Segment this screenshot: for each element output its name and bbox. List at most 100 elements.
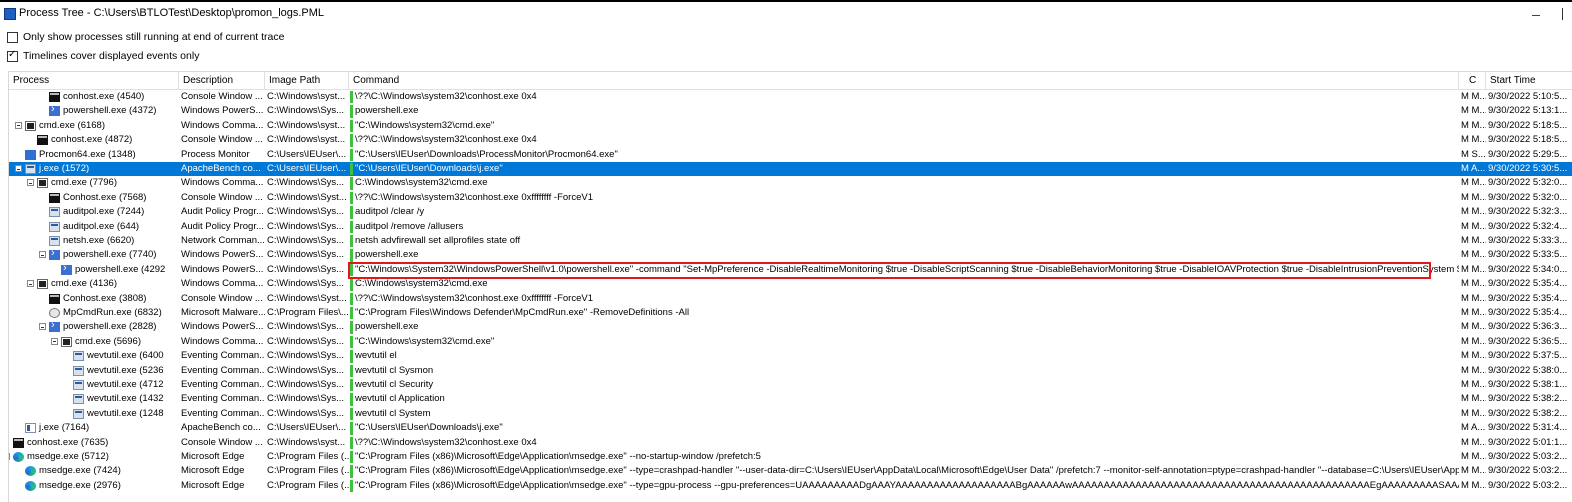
col-c[interactable]: C [1459,72,1486,89]
c-cell: M M... [1461,105,1486,117]
process-cell[interactable]: wevtutil.exe (1248 [9,407,179,421]
process-cell[interactable]: j.exe (7164) [9,421,179,435]
col-image-path[interactable]: Image Path [265,72,349,89]
description-cell: Audit Policy Progr... [181,220,264,232]
collapse-toggle-icon[interactable] [39,323,46,331]
process-row[interactable]: conhost.exe (4540) Console Window ... C:\W… [9,90,1572,104]
description-cell: Microsoft Edge [181,479,245,491]
process-row[interactable]: conhost.exe (7635) Console Window ... C:\W… [9,436,1572,450]
minimize-button[interactable] [1532,15,1540,16]
only-running-option[interactable]: Only show processes still running at end… [7,30,284,44]
timeline-bar [350,249,353,262]
maximize-button[interactable] [1562,8,1572,20]
process-row[interactable]: wevtutil.exe (1432 Eventing Comman... C:\W… [9,392,1572,406]
command-cell: wevtutil cl Application [355,393,445,405]
process-cell[interactable]: Conhost.exe (7568) [9,191,179,205]
process-cell[interactable]: powershell.exe (4372) [9,104,179,118]
process-row[interactable]: msedge.exe (5712) Microsoft Edge C:\Progra… [9,450,1572,464]
process-row[interactable]: Procmon64.exe (1348) Process Monitor C:\Us… [9,148,1572,162]
process-row[interactable]: msedge.exe (2976) Microsoft Edge C:\Progra… [9,479,1572,493]
command-cell: "C:\Users\IEUser\Downloads\j.exe" [355,163,503,174]
process-name: conhost.exe (7635) [27,436,109,448]
collapse-toggle-icon[interactable] [39,251,46,259]
process-row[interactable]: cmd.exe (4136) Windows Comma... C:\Windows… [9,277,1572,291]
process-cell[interactable]: cmd.exe (7796) [9,176,179,190]
process-cell[interactable]: auditpol.exe (644) [9,220,179,234]
col-process[interactable]: Process [9,72,179,89]
image-path-cell: C:\Windows\Sys... [267,364,345,376]
process-cell[interactable]: Conhost.exe (3808) [9,292,179,306]
process-cell[interactable]: wevtutil.exe (4712 [9,378,179,392]
description-cell: Console Window ... [181,134,263,146]
process-row[interactable]: netsh.exe (6620) Network Comman... C:\Wind… [9,234,1572,248]
timeline-bar [350,307,353,320]
process-cell[interactable]: conhost.exe (7635) [9,436,179,450]
process-row[interactable]: auditpol.exe (7244) Audit Policy Progr...… [9,205,1572,219]
command-cell: \??\C:\Windows\system32\conhost.exe 0x4 [355,436,537,448]
timelines-option[interactable]: Timelines cover displayed events only [7,49,199,63]
process-row[interactable]: MpCmdRun.exe (6832) Microsoft Malware... C… [9,306,1572,320]
process-row[interactable]: Conhost.exe (3808) Console Window ... C:\W… [9,292,1572,306]
process-row[interactable]: cmd.exe (7796) Windows Comma... C:\Windows… [9,176,1572,190]
collapse-toggle-icon[interactable] [27,280,34,288]
process-row[interactable]: msedge.exe (7424) Microsoft Edge C:\Progra… [9,464,1572,478]
process-cell[interactable]: netsh.exe (6620) [9,234,179,248]
process-cell[interactable]: msedge.exe (7424) [9,464,179,478]
process-cell[interactable]: wevtutil.exe (6400 [9,349,179,363]
process-cell[interactable]: wevtutil.exe (5236 [9,364,179,378]
process-row[interactable]: auditpol.exe (644) Audit Policy Progr... C… [9,220,1572,234]
c-cell: M M... [1461,451,1486,462]
process-cell[interactable]: conhost.exe (4540) [9,90,179,104]
process-row[interactable]: powershell.exe (4372) Windows PowerS...C:… [9,104,1572,118]
process-cell[interactable]: powershell.exe (7740) [9,248,179,262]
process-row[interactable]: powershell.exe (7740) Windows PowerS...C:… [9,248,1572,262]
collapse-toggle-icon[interactable] [15,121,22,129]
col-start-time[interactable]: Start Time [1486,72,1572,89]
col-description[interactable]: Description [179,72,265,89]
command-cell: "C:\Program Files (x86)\Microsoft\Edge\A… [355,451,761,462]
console-process-icon [49,92,60,102]
process-tree-grid[interactable]: Process Description Image Path Command C… [8,71,1572,502]
process-row[interactable]: conhost.exe (4872) Console Window ... C:\W… [9,133,1572,147]
collapse-toggle-icon[interactable] [51,337,58,345]
process-cell[interactable]: cmd.exe (4136) [9,277,179,291]
process-row[interactable]: cmd.exe (6168) Windows Comma... C:\Windows… [9,119,1572,133]
timelines-checkbox[interactable] [7,49,18,62]
process-cell[interactable]: MpCmdRun.exe (6832) [9,306,179,320]
process-row[interactable]: wevtutil.exe (6400 Eventing Comman... C:\W… [9,349,1572,363]
process-cell[interactable]: wevtutil.exe (1432 [9,392,179,406]
process-cell[interactable]: powershell.exe (2828) [9,320,179,334]
process-name: MpCmdRun.exe (6832) [63,307,162,318]
process-row[interactable]: wevtutil.exe (4712 Eventing Comman... C:\W… [9,378,1572,392]
process-cell[interactable]: cmd.exe (6168) [9,119,179,133]
start-time-cell: 9/30/2022 5:03:2... [1488,465,1568,477]
process-row[interactable]: cmd.exe (5696) Windows Comma... C:\Windows… [9,335,1572,349]
c-cell: M M... [1461,436,1486,448]
app-process-icon [25,164,36,174]
process-cell[interactable]: powershell.exe (4292 [9,263,179,277]
process-cell[interactable]: j.exe (1572) [9,162,179,176]
process-row[interactable]: j.exe (7164) ApacheBench co... C:\Users\IE… [9,421,1572,435]
process-cell[interactable]: msedge.exe (2976) [9,479,179,493]
process-row[interactable]: Conhost.exe (7568) Console Window ... C:\W… [9,191,1572,205]
image-path-cell: C:\Windows\Sys... [267,105,345,117]
process-cell[interactable]: msedge.exe (5712) [9,450,179,464]
process-row[interactable]: wevtutil.exe (5236 Eventing Comman... C:\W… [9,364,1572,378]
only-running-label: Only show processes still running at end… [23,31,285,43]
process-row[interactable]: wevtutil.exe (1248 Eventing Comman... C:\W… [9,407,1572,421]
process-row[interactable]: j.exe (1572) ApacheBench co... C:\Users\IE… [9,162,1572,177]
collapse-toggle-icon[interactable] [9,453,10,460]
start-time-cell: 9/30/2022 5:37:5... [1488,350,1568,362]
process-cell[interactable]: auditpol.exe (7244) [9,205,179,219]
collapse-toggle-icon[interactable] [27,179,34,187]
description-cell: Windows PowerS... [181,321,264,333]
only-running-checkbox[interactable] [7,31,18,43]
col-command[interactable]: Command [349,72,1459,89]
process-cell[interactable]: Procmon64.exe (1348) [9,148,179,162]
process-cell[interactable]: cmd.exe (5696) [9,335,179,349]
collapse-toggle-icon[interactable] [15,165,22,172]
process-row[interactable]: powershell.exe (2828) Windows PowerS...C:… [9,320,1572,334]
image-path-cell: C:\Program Files (... [267,451,349,462]
process-cell[interactable]: conhost.exe (4872) [9,133,179,147]
c-cell: M M... [1461,307,1486,318]
